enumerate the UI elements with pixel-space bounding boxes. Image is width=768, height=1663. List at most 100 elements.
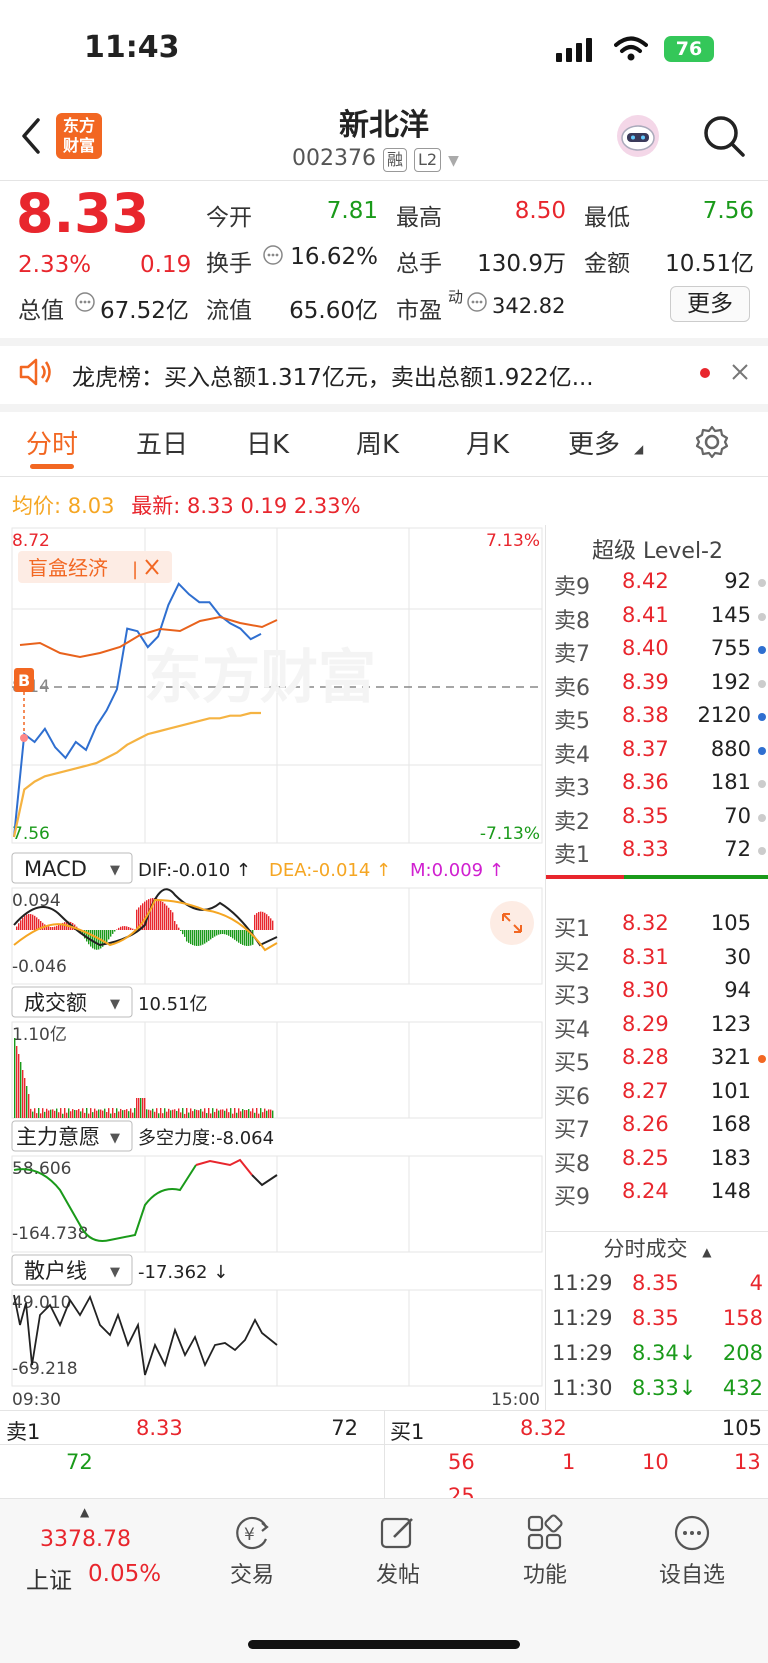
bid-row[interactable]: 买9 8.24 148: [546, 1177, 768, 1210]
main-force-line-neutral: [251, 1174, 278, 1187]
wifi-icon: [614, 36, 648, 61]
nav-post[interactable]: 发帖: [358, 1513, 438, 1593]
tab-five-day[interactable]: 五日: [136, 424, 188, 461]
tab-daily-k[interactable]: 日K: [246, 424, 289, 461]
bid-row[interactable]: 买2 8.31 30: [546, 943, 768, 976]
more-button[interactable]: 更多: [670, 286, 750, 322]
volume-bar: [220, 1109, 222, 1118]
low-value: 7.56: [702, 198, 754, 224]
ask-row[interactable]: 卖6 8.39 192: [546, 668, 768, 701]
volume-bar: [230, 1108, 232, 1118]
volume-bar: [134, 1108, 136, 1118]
macd-bar: [210, 930, 212, 940]
pct-axis-max: 7.13%: [486, 531, 540, 551]
volume-bar: [82, 1108, 84, 1118]
index-pct[interactable]: 0.05%: [88, 1561, 161, 1587]
info-dots-icon[interactable]: [262, 244, 284, 266]
ask-row[interactable]: 卖2 8.35 70: [546, 802, 768, 835]
volume-bar: [64, 1108, 66, 1118]
volume-caret-icon: ▼: [110, 997, 120, 1012]
macd-label: MACD: [24, 857, 87, 881]
volume-bar: [130, 1108, 132, 1118]
volume-bar: [176, 1110, 178, 1118]
volume-bar: [30, 1108, 32, 1118]
bottom-bid-price: 8.32: [520, 1416, 567, 1440]
notice-text: 龙虎榜：买入总额1.317亿元，卖出总额1.922亿...: [72, 365, 594, 391]
info-dots-icon[interactable]: [466, 291, 488, 313]
time-axis-end: 15:00: [491, 1390, 540, 1410]
volume-bar: [208, 1108, 210, 1118]
volume-bar: [214, 1111, 216, 1118]
gear-icon[interactable]: [694, 424, 730, 460]
ask-row[interactable]: 卖1 8.33 72: [546, 835, 768, 868]
index-name[interactable]: 上证: [26, 1561, 72, 1595]
mktcap-label: 总值: [18, 298, 64, 324]
tick-row: 11:29 8.35 4: [546, 1269, 768, 1301]
index-value[interactable]: 3378.78: [40, 1527, 131, 1552]
ask-row[interactable]: 卖5 8.38 2120: [546, 701, 768, 734]
bid-price: 8.25: [622, 1145, 669, 1170]
ask-volume: 145: [710, 602, 751, 627]
ask-row[interactable]: 卖7 8.40 755: [546, 634, 768, 667]
ask-row[interactable]: 卖4 8.37 880: [546, 735, 768, 768]
ask-level-label: 卖9: [554, 575, 590, 600]
macd-bar: [172, 912, 174, 930]
close-icon[interactable]: [730, 362, 750, 382]
volume-bar: [42, 1108, 44, 1118]
bottom-bid-detail: 13: [734, 1450, 761, 1474]
tab-more[interactable]: 更多: [568, 424, 620, 461]
tick-time: 11:30: [552, 1376, 613, 1400]
volume-bar: [270, 1109, 272, 1118]
nav-add-watchlist[interactable]: 设自选: [652, 1513, 732, 1593]
intraday-chart-area: 东方财富 8.72 8.14 7.56 7.13% -7.13% 盲盒经济 | …: [11, 527, 543, 1410]
volume-bar: [108, 1108, 110, 1118]
nav-trade[interactable]: ¥ 交易: [212, 1513, 292, 1593]
info-dots-icon[interactable]: [74, 291, 96, 313]
volume-bar: [248, 1109, 250, 1118]
status-time: 11:43: [84, 30, 180, 65]
ask-row[interactable]: 卖8 8.41 145: [546, 601, 768, 634]
bid-price: 8.30: [622, 978, 669, 1002]
robot-assistant-icon[interactable]: [614, 112, 662, 160]
search-icon[interactable]: [702, 114, 746, 158]
nav-functions[interactable]: 功能: [505, 1513, 585, 1593]
volume-bar: [192, 1111, 194, 1118]
bid-row[interactable]: 买6 8.27 101: [546, 1077, 768, 1110]
low-label: 最低: [584, 205, 630, 231]
ask-level-label: 卖2: [554, 809, 590, 835]
tab-monthly-k[interactable]: 月K: [466, 424, 509, 461]
chart-info-line: 均价: 8.03 最新: 8.33 0.19 2.33%: [12, 490, 361, 520]
volume-bar: [132, 1112, 134, 1118]
bid-row[interactable]: 买1 8.32 105: [546, 909, 768, 942]
macd-bar: [170, 910, 172, 930]
tab-weekly-k[interactable]: 周K: [356, 424, 399, 461]
ask-price: 8.35: [622, 803, 669, 828]
bid-volume: 168: [710, 1112, 751, 1136]
bid-row[interactable]: 买5 8.28 321: [546, 1043, 768, 1076]
volume-top: 1.10亿: [12, 1025, 67, 1045]
bid-level-label: 买5: [554, 1051, 590, 1076]
tick-price: 8.35: [632, 1271, 679, 1295]
ask-row[interactable]: 卖9 8.42 92: [546, 567, 768, 600]
stock-code-row[interactable]: 002376 融 L2 ▼: [292, 146, 459, 172]
volume-bar: [222, 1109, 224, 1118]
volume-bar: [202, 1111, 204, 1118]
grid-icon: [527, 1514, 563, 1550]
tab-intraday[interactable]: 分时: [26, 424, 78, 461]
ask-level-label: 卖3: [554, 776, 590, 801]
macd-bar: [254, 914, 256, 930]
ask-indicator-dot: [758, 746, 766, 755]
macd-bar: [208, 930, 210, 941]
bid-row[interactable]: 买8 8.25 183: [546, 1144, 768, 1177]
macd-bottom: -0.046: [12, 957, 67, 977]
ask-row[interactable]: 卖3 8.36 181: [546, 768, 768, 801]
bid-row[interactable]: 买3 8.30 94: [546, 976, 768, 1009]
main-force-value: 多空力度:-8.064: [138, 1128, 274, 1149]
high-label: 最高: [396, 205, 442, 231]
bottom-ask-vol: 72: [331, 1416, 358, 1440]
bid-row[interactable]: 买4 8.29 123: [546, 1010, 768, 1043]
bid-row[interactable]: 买7 8.26 168: [546, 1110, 768, 1143]
expand-button[interactable]: [490, 901, 534, 945]
volume-bar: [260, 1108, 262, 1118]
ticks-header[interactable]: 分时成交 ▲: [546, 1233, 768, 1263]
